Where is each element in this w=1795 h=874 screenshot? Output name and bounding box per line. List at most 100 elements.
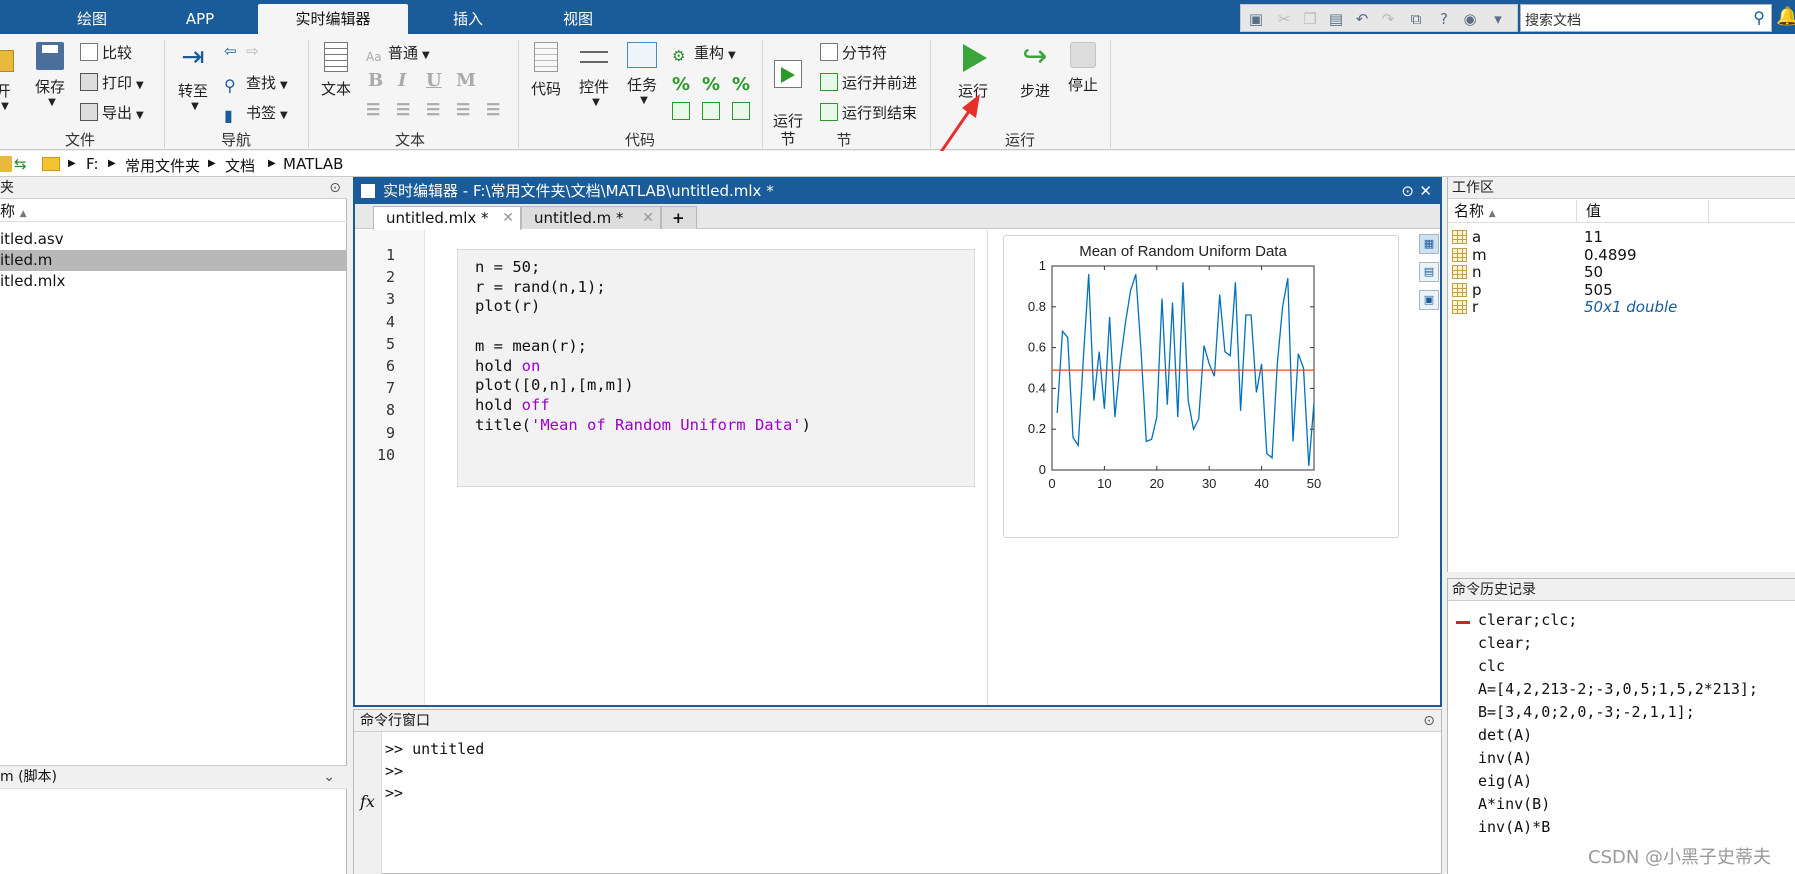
smart-indent-icon[interactable] [672, 102, 690, 120]
bookmark-button[interactable]: ▮ 书签 ▼ [224, 102, 288, 125]
hide-code-icon[interactable]: ▣ [1419, 290, 1439, 310]
code-line[interactable]: title('Mean of Random Uniform Data') [475, 416, 811, 434]
breadcrumb-drive[interactable]: F: [86, 155, 99, 173]
italic-icon[interactable]: I [398, 70, 406, 91]
tab-view[interactable]: 视图 [530, 4, 626, 34]
editor-menu-icon[interactable]: ⊙ [1401, 179, 1414, 204]
monospace-icon[interactable]: M [456, 70, 476, 91]
save-icon[interactable]: ▣ [1247, 10, 1265, 28]
file-item[interactable]: itled.asv [0, 229, 347, 250]
community-icon[interactable]: ◉ [1461, 10, 1479, 28]
underline-icon[interactable]: U [426, 70, 442, 91]
tab-plots[interactable]: 绘图 [48, 4, 136, 34]
history-entry[interactable]: clc [1478, 657, 1505, 675]
compare-button[interactable]: 比较 [80, 42, 132, 64]
back-forward-buttons[interactable]: ⇦ ⇨ [224, 42, 259, 64]
breadcrumb-folder-1[interactable]: 常用文件夹 [125, 155, 200, 176]
notification-bell-icon[interactable]: 🔔 [1776, 6, 1795, 28]
control-button[interactable]: 控件 ▼ [574, 42, 614, 108]
help-icon[interactable]: ? [1435, 10, 1453, 28]
tab-apps[interactable]: APP [155, 4, 245, 34]
figure-output[interactable]: Mean of Random Uniform Data 0 10 20 30 40 50 0 0… [1003, 235, 1399, 538]
code-line[interactable]: n = 50; [475, 258, 540, 276]
undo-icon[interactable]: ↶ [1353, 10, 1371, 28]
close-tab-icon[interactable]: ✕ [502, 207, 514, 229]
numbered-list-icon[interactable]: ☰ [396, 100, 410, 119]
refactor-button[interactable]: ⚙ 重构 ▼ [672, 42, 736, 65]
history-entry[interactable]: B=[3,4,0;2,0,-3;-2,1,1]; [1478, 703, 1695, 721]
bullet-list-icon[interactable]: ☰ [366, 100, 380, 119]
history-entry[interactable]: eig(A) [1478, 772, 1532, 790]
print-button[interactable]: 打印 ▼ [80, 72, 144, 94]
uncomment-icon[interactable]: % [702, 74, 720, 95]
details-panel-header[interactable]: m (脚本) ⌄ [0, 765, 347, 789]
browse-folder-icon[interactable]: ⇆ [14, 155, 27, 173]
code-block[interactable]: n = 50; r = rand(n,1); plot(r) m = mean(r);… [457, 249, 975, 487]
history-entry[interactable]: clerar;clc; [1478, 611, 1577, 629]
increase-indent-icon[interactable] [732, 102, 750, 120]
code-button[interactable]: 代码 [526, 42, 566, 99]
code-line[interactable]: m = mean(r); [475, 337, 587, 355]
section-break-button[interactable]: 分节符 [820, 42, 887, 64]
cut-icon[interactable]: ✂ [1275, 10, 1293, 28]
command-prompt[interactable]: >> [385, 784, 403, 802]
forward-arrow-icon[interactable]: ⇨ [246, 42, 259, 60]
align-center-icon[interactable]: ☰ [456, 100, 470, 119]
stop-button[interactable]: 停止 [1062, 42, 1104, 95]
code-line[interactable]: plot(r) [475, 297, 540, 315]
code-line[interactable]: hold on [475, 357, 540, 375]
comment-icon[interactable]: % [672, 74, 690, 95]
history-entry[interactable]: clear; [1478, 634, 1532, 652]
tab-live-editor[interactable]: 实时编辑器 [258, 4, 408, 34]
align-right-icon[interactable]: ☰ [486, 100, 500, 119]
new-tab-button[interactable]: + [661, 206, 697, 229]
output-right-icon[interactable]: ▦ [1419, 234, 1439, 254]
column-header-name[interactable]: 称 ▲ [0, 200, 347, 222]
code-line[interactable]: r = rand(n,1); [475, 278, 606, 296]
paste-icon[interactable]: ▤ [1327, 10, 1345, 28]
output-inline-icon[interactable]: ▤ [1419, 262, 1439, 282]
up-folder-icon[interactable] [0, 156, 12, 172]
text-button[interactable]: 文本 [316, 42, 356, 99]
copy-icon[interactable]: ❐ [1301, 10, 1319, 28]
file-item[interactable]: itled.mlx [0, 271, 347, 292]
breadcrumb-folder-3[interactable]: MATLAB [283, 155, 343, 173]
text-style-dropdown[interactable]: Aa 普通 ▼ [366, 42, 430, 64]
tab-untitled-mlx[interactable]: untitled.mlx * ✕ [373, 206, 521, 230]
fx-icon[interactable]: fx [360, 792, 375, 811]
switch-windows-icon[interactable]: ⧉ [1407, 10, 1425, 28]
dropdown-icon[interactable]: ▾ [1489, 10, 1507, 28]
align-left-icon[interactable]: ☰ [426, 100, 440, 119]
open-button[interactable]: 开 ▼ [0, 44, 16, 112]
close-icon[interactable]: ✕ [1419, 179, 1432, 204]
back-arrow-icon[interactable]: ⇦ [224, 42, 237, 60]
decrease-indent-icon[interactable] [702, 102, 720, 120]
find-button[interactable]: ⚲ 查找 ▼ [224, 72, 288, 95]
column-header-value[interactable]: 值 [1586, 200, 1601, 223]
wrap-comment-icon[interactable]: % [732, 74, 750, 95]
panel-menu-icon[interactable]: ⊙ [1423, 710, 1435, 732]
workspace-variable[interactable]: r 50x1 double [1448, 297, 1795, 317]
search-input[interactable]: 搜索文档 [1525, 10, 1581, 30]
code-line[interactable]: hold off [475, 396, 550, 414]
history-entry[interactable]: inv(A) [1478, 749, 1532, 767]
history-entry[interactable]: A*inv(B) [1478, 795, 1550, 813]
panel-menu-icon[interactable]: ⊙ [329, 177, 341, 199]
task-button[interactable]: 任务 ▼ [622, 42, 662, 106]
tab-untitled-m[interactable]: untitled.m * ✕ [521, 206, 661, 229]
tab-insert[interactable]: 插入 [420, 4, 516, 34]
step-button[interactable]: ↪ 步进 [1014, 42, 1056, 101]
run-section-button[interactable]: 运行 节 [768, 42, 808, 166]
command-window[interactable]: 命令行窗口 ⊙ fx >> untitled >> >> [353, 709, 1442, 874]
search-icon[interactable]: ⚲ [1753, 8, 1765, 27]
breadcrumb-folder-2[interactable]: 文档 [225, 155, 255, 176]
file-item-selected[interactable]: itled.m [0, 250, 347, 271]
code-line[interactable]: plot([0,n],[m,m]) [475, 376, 634, 394]
bold-icon[interactable]: B [368, 70, 383, 91]
search-documentation[interactable]: 搜索文档 ⚲ [1520, 4, 1772, 32]
history-entry[interactable]: A=[4,2,213-2;-3,0,5;1,5,2*213]; [1478, 680, 1758, 698]
export-button[interactable]: 导出 ▼ [80, 102, 144, 124]
output-divider[interactable] [987, 230, 988, 705]
address-bar[interactable]: ⇆ ▶ F: ▶ 常用文件夹 ▶ 文档 ▶ MATLAB [0, 151, 1795, 177]
column-header-name[interactable]: 名称 ▲ [1454, 200, 1496, 226]
